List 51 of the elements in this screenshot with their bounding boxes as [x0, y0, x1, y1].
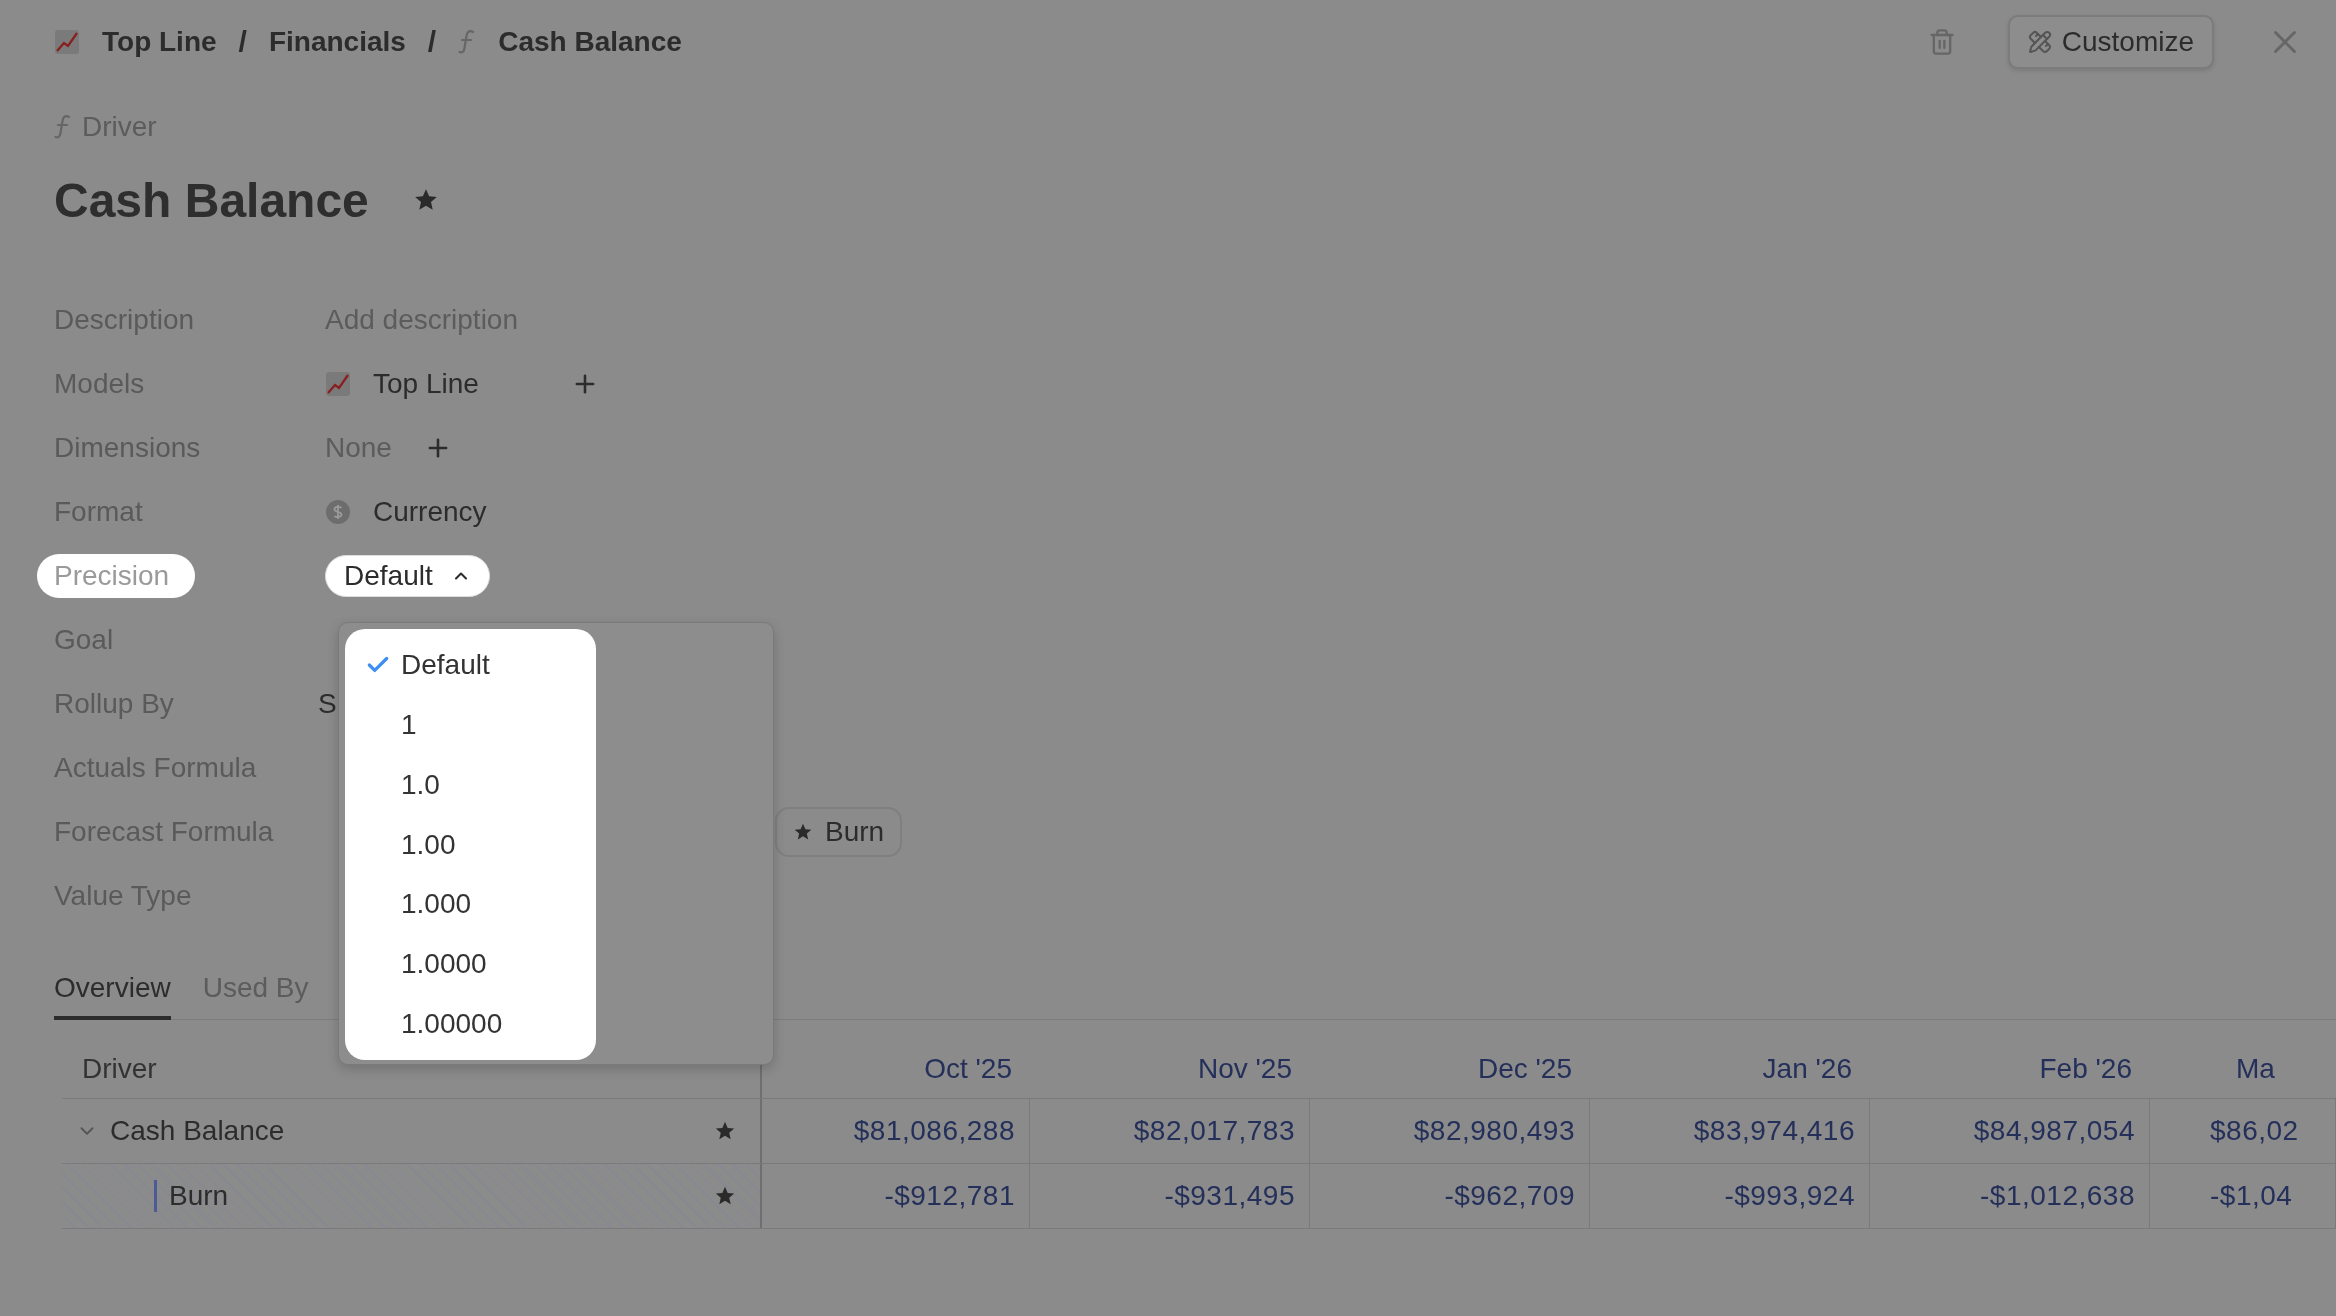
chart-icon: [54, 29, 80, 55]
tab[interactable]: Overview: [54, 972, 171, 1020]
property-label: Precision: [37, 554, 196, 598]
value-cell: $83,974,416: [1590, 1099, 1870, 1163]
breadcrumb-separator: /: [238, 25, 247, 59]
value-cell: -$1,04: [2150, 1164, 2336, 1228]
driver-name[interactable]: Cash Balance: [110, 1115, 702, 1147]
menu-option[interactable]: 1.000: [345, 874, 596, 935]
value-cell: $81,086,288: [762, 1099, 1030, 1163]
menu-option[interactable]: 1.0000: [345, 934, 596, 995]
value-cell: -$1,012,638: [1870, 1164, 2150, 1228]
value-cell: $82,017,783: [1030, 1099, 1310, 1163]
breadcrumb-link[interactable]: Cash Balance: [498, 26, 682, 58]
menu-option[interactable]: 1.00: [345, 814, 596, 875]
pencil-ruler-icon: [2027, 30, 2052, 54]
column-header: Feb '26: [2038, 1052, 2133, 1086]
customize-button[interactable]: Customize: [2007, 15, 2214, 69]
value-cell: -$912,781: [762, 1164, 1030, 1228]
menu-option[interactable]: 1: [345, 694, 596, 755]
menu-option[interactable]: 1.0: [345, 754, 596, 815]
column-header: Nov '25: [1196, 1052, 1293, 1086]
column-header: Jan '26: [1761, 1052, 1853, 1086]
value-cell: -$931,495: [1030, 1164, 1310, 1228]
star-icon[interactable]: [714, 1185, 736, 1207]
menu-option[interactable]: Default: [345, 635, 596, 695]
precision-select[interactable]: Default: [325, 555, 490, 597]
breadcrumb-separator: /: [427, 25, 437, 59]
star-icon[interactable]: [793, 822, 813, 842]
value-cell: -$993,924: [1590, 1164, 1870, 1228]
model-name[interactable]: Top Line: [373, 368, 479, 400]
column-header: Oct '25: [923, 1052, 1013, 1086]
property-value: S: [318, 688, 337, 720]
chart-icon: [325, 371, 351, 397]
star-icon[interactable]: [714, 1120, 736, 1142]
driver-name[interactable]: Burn: [169, 1180, 702, 1212]
function-icon: [458, 29, 477, 55]
value-cell: $82,980,493: [1310, 1099, 1590, 1163]
value-cell: -$962,709: [1310, 1164, 1590, 1228]
column-header: Dec '25: [1476, 1052, 1573, 1086]
value-cell: $86,02: [2150, 1099, 2336, 1163]
value-cell: $84,987,054: [1870, 1099, 2150, 1163]
formula-chip[interactable]: Burn: [775, 807, 903, 857]
dollar-icon: [325, 499, 351, 525]
format-value[interactable]: Currency: [373, 496, 487, 528]
indent-bar: [154, 1180, 157, 1212]
breadcrumb-link[interactable]: Top Line: [102, 26, 217, 58]
breadcrumb-link[interactable]: Financials: [268, 26, 406, 58]
column-header: Ma: [2235, 1052, 2276, 1086]
trash-icon: [1927, 28, 1956, 56]
page-title: Cash Balance: [54, 172, 369, 228]
function-icon: [54, 114, 72, 140]
